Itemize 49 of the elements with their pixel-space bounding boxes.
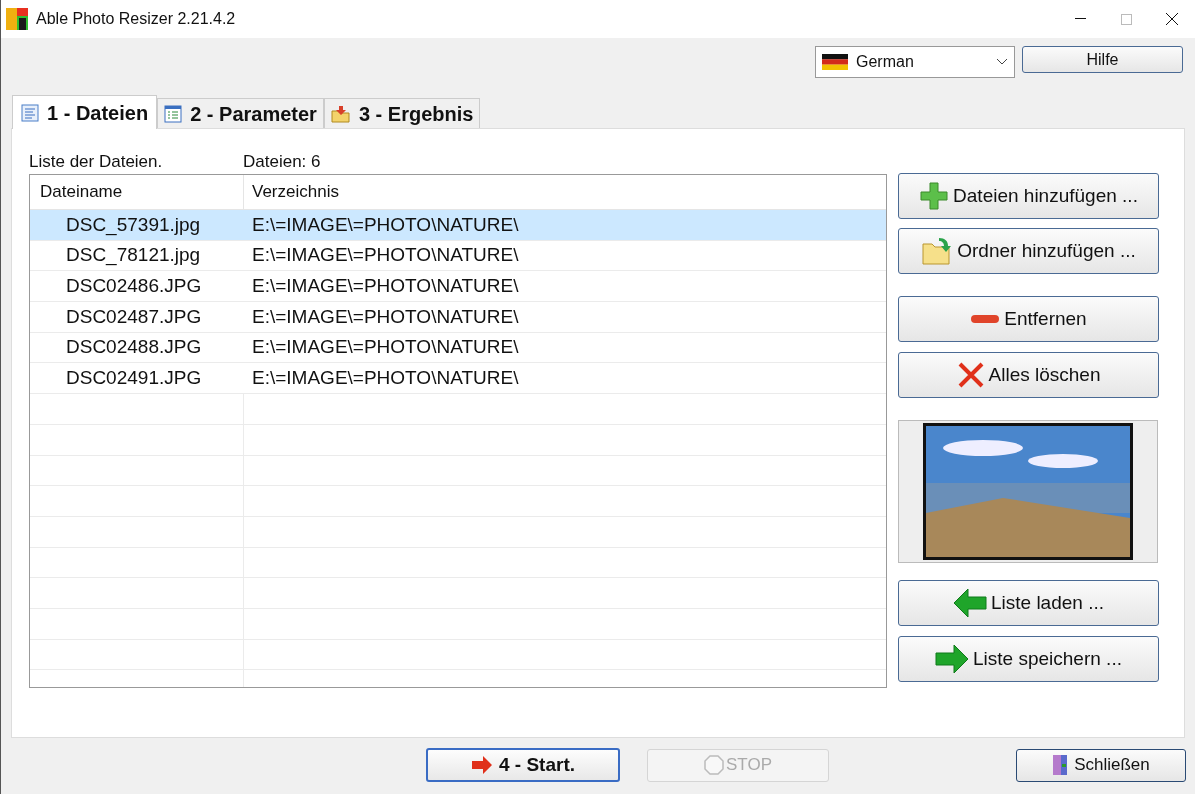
table-cell-text: E:\=IMAGE\=PHOTO\NATURE\ bbox=[251, 243, 519, 268]
side-button[interactable]: Entfernen bbox=[898, 296, 1159, 342]
column-header[interactable]: Verzeichnis bbox=[244, 179, 339, 205]
tab[interactable]: 3 - Ergebnis bbox=[323, 98, 481, 128]
chevron-down-icon bbox=[996, 58, 1008, 66]
table-cell-text: DSC02487.JPG bbox=[65, 304, 203, 329]
document-icon bbox=[21, 103, 39, 122]
door-icon bbox=[1052, 754, 1069, 776]
language-dropdown[interactable]: German bbox=[815, 46, 1015, 78]
folder-arrow-icon bbox=[330, 104, 351, 123]
table-cell-text: E:\=IMAGE\=PHOTO\NATURE\ bbox=[251, 273, 519, 298]
start-button[interactable]: 4 - Start. bbox=[426, 748, 620, 782]
right-arrow-icon bbox=[471, 755, 493, 775]
close-icon bbox=[1166, 13, 1178, 25]
maximize-icon bbox=[1120, 13, 1132, 25]
list-label: Liste der Dateien. bbox=[29, 150, 164, 173]
app-logo-icon bbox=[6, 8, 28, 30]
folder-arrow-icon bbox=[921, 236, 954, 266]
side-button[interactable]: Liste speichern ... bbox=[898, 636, 1159, 682]
side-button[interactable]: Dateien hinzufügen ... bbox=[898, 173, 1159, 219]
left-arrow-icon bbox=[953, 588, 987, 618]
table-cell-text: DSC02486.JPG bbox=[65, 273, 203, 298]
help-button[interactable]: Hilfe bbox=[1022, 46, 1183, 73]
cross-icon bbox=[956, 361, 985, 389]
table-row[interactable]: DSC_57391.jpg E:\=IMAGE\=PHOTO\NATURE\ bbox=[30, 210, 886, 241]
table-cell-text: DSC_78121.jpg bbox=[65, 243, 202, 268]
window-title: Able Photo Resizer 2.21.4.2 bbox=[36, 9, 236, 29]
table-cell-text: E:\=IMAGE\=PHOTO\NATURE\ bbox=[251, 304, 519, 329]
tab[interactable]: 2 - Parameter bbox=[157, 98, 324, 128]
table-cell-text: DSC02491.JPG bbox=[65, 366, 203, 391]
close-app-button[interactable]: Schließen bbox=[1016, 748, 1186, 782]
table-cell-text: E:\=IMAGE\=PHOTO\NATURE\ bbox=[251, 212, 519, 237]
right-arrow-icon bbox=[935, 644, 970, 674]
file-count: Dateien: 6 bbox=[243, 150, 321, 173]
table-cell-text: E:\=IMAGE\=PHOTO\NATURE\ bbox=[251, 335, 519, 360]
plus-icon bbox=[919, 181, 950, 211]
minus-icon bbox=[970, 314, 1001, 324]
table-cell-text: E:\=IMAGE\=PHOTO\NATURE\ bbox=[251, 366, 519, 391]
octagon-icon bbox=[704, 755, 724, 775]
table-cell-text: DSC02488.JPG bbox=[65, 335, 203, 360]
side-button[interactable]: Alles löschen bbox=[898, 352, 1159, 398]
list-window-icon bbox=[164, 104, 183, 123]
side-button[interactable]: Liste laden ... bbox=[898, 580, 1159, 626]
side-button[interactable]: Ordner hinzufügen ... bbox=[898, 228, 1159, 274]
tab[interactable]: 1 - Dateien bbox=[12, 95, 158, 129]
minimize-icon bbox=[1074, 18, 1086, 20]
table-cell-text: DSC_57391.jpg bbox=[65, 212, 202, 238]
flag-icon bbox=[822, 54, 848, 70]
column-header[interactable]: Dateiname bbox=[30, 175, 244, 209]
